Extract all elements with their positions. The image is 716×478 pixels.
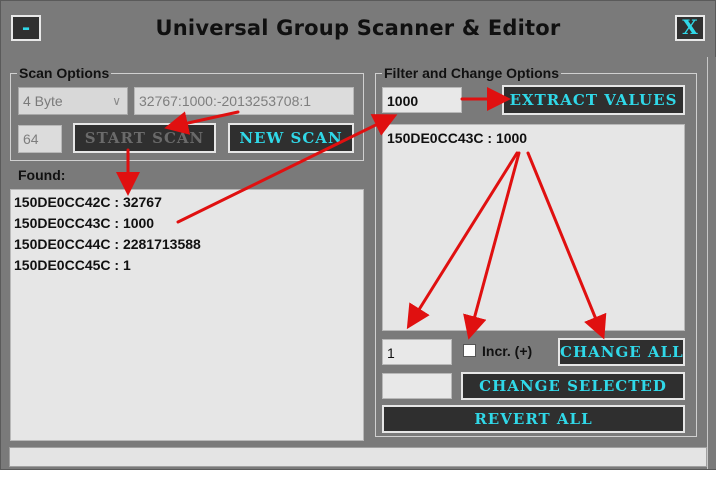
found-list[interactable]: 150DE0CC42C : 32767 150DE0CC43C : 1000 1… — [10, 189, 364, 441]
filtered-results-list[interactable]: 150DE0CC43C : 1000 — [382, 124, 685, 331]
increment-checkbox[interactable] — [463, 344, 476, 357]
filter-options-label: Filter and Change Options — [382, 65, 562, 81]
main-window: - Universal Group Scanner & Editor X Sca… — [0, 0, 716, 470]
window-title: Universal Group Scanner & Editor — [155, 16, 561, 40]
change-all-button[interactable]: CHANGE ALL — [558, 338, 685, 366]
chevron-down-icon: ∨ — [112, 94, 121, 108]
filter-value-input[interactable]: 1000 — [382, 87, 462, 113]
revert-all-button[interactable]: REVERT ALL — [382, 405, 685, 433]
list-item[interactable]: 150DE0CC44C : 2281713588 — [11, 234, 363, 255]
increment-checkbox-label: Incr. (+) — [482, 343, 533, 359]
window-edge-strip — [707, 57, 716, 469]
list-item[interactable]: 150DE0CC42C : 32767 — [11, 192, 363, 213]
list-item[interactable]: 150DE0CC45C : 1 — [11, 255, 363, 276]
found-label: Found: — [18, 167, 66, 183]
change-value-input[interactable]: 1 — [382, 339, 452, 365]
list-item[interactable]: 150DE0CC43C : 1000 — [383, 128, 684, 149]
data-type-select[interactable]: 4 Byte ∨ — [18, 87, 128, 115]
close-button[interactable]: X — [675, 15, 705, 41]
change-selected-value-input[interactable] — [382, 373, 452, 399]
new-scan-button[interactable]: NEW SCAN — [228, 123, 354, 153]
scan-values-input[interactable]: 32767:1000:-2013253708:1 — [134, 87, 354, 115]
background-page-edge — [0, 470, 716, 478]
data-type-value: 4 Byte — [23, 93, 63, 109]
status-bar — [9, 447, 707, 467]
title-bar: - Universal Group Scanner & Editor X — [1, 1, 715, 55]
change-selected-button[interactable]: CHANGE SELECTED — [461, 372, 685, 400]
list-item[interactable]: 150DE0CC43C : 1000 — [11, 213, 363, 234]
extract-values-button[interactable]: EXTRACT VALUES — [502, 85, 685, 115]
scan-options-label: Scan Options — [17, 65, 112, 81]
scan-count-input[interactable]: 64 — [18, 125, 62, 153]
start-scan-button[interactable]: START SCAN — [73, 123, 216, 153]
